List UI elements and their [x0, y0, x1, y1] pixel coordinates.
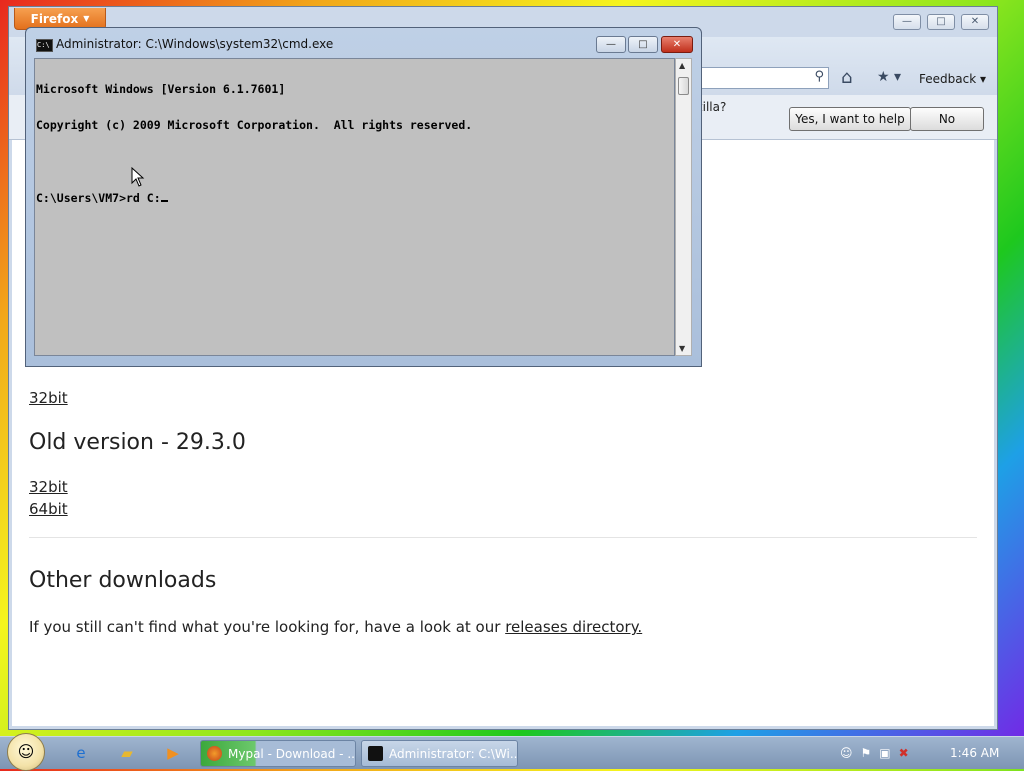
search-icon[interactable]: ⚲	[814, 69, 824, 84]
feedback-label: Feedback	[919, 72, 977, 86]
flag-icon[interactable]: ⚑	[861, 746, 872, 760]
other-downloads-text: If you still can't find what you're look…	[29, 618, 642, 636]
close-button[interactable]: ✕	[961, 14, 989, 30]
text-cursor	[160, 191, 168, 202]
scroll-down-arrow-icon[interactable]: ▼	[679, 344, 685, 353]
divider	[29, 537, 977, 538]
mouse-pointer-icon	[131, 167, 145, 187]
firefox-menu-label: Firefox	[30, 11, 79, 26]
cmd-icon: C:\	[36, 39, 53, 52]
no-button[interactable]: No	[910, 107, 984, 131]
internet-explorer-icon[interactable]: e	[70, 743, 92, 763]
mypal-icon	[207, 746, 222, 761]
console-prompt-line: C:\Users\VM7>rd C:	[36, 191, 674, 205]
taskbar: ☺ e ▰ ▶ Mypal - Download - ... Administr…	[0, 733, 1024, 771]
taskbar-task-cmd[interactable]: Administrator: C:\Wi...	[361, 740, 518, 767]
cmd-minimize-button[interactable]: —	[596, 36, 626, 53]
clock[interactable]: 1:46 AM	[950, 746, 999, 760]
cmd-title: Administrator: C:\Windows\system32\cmd.e…	[56, 37, 334, 51]
home-icon[interactable]: ⌂	[841, 67, 852, 88]
old-32bit-link[interactable]: 32bit	[29, 478, 68, 496]
other-downloads-heading: Other downloads	[29, 568, 217, 593]
feedback-button[interactable]: Feedback ▾	[919, 72, 986, 86]
volume-muted-icon[interactable]: ✖	[899, 746, 909, 760]
cmd-icon	[368, 746, 383, 761]
bookmark-star-icon[interactable]: ★ ▾	[877, 69, 901, 85]
network-icon[interactable]: ▣	[879, 746, 890, 760]
old-version-heading: Old version - 29.3.0	[29, 430, 246, 455]
console-line: Copyright (c) 2009 Microsoft Corporation…	[36, 118, 473, 132]
task-label: Administrator: C:\Wi...	[389, 746, 518, 761]
cmd-window: C:\ Administrator: C:\Windows\system32\c…	[25, 27, 702, 367]
yes-help-button[interactable]: Yes, I want to help	[789, 107, 911, 131]
scroll-up-arrow-icon[interactable]: ▲	[679, 61, 685, 70]
releases-directory-link[interactable]: releases directory.	[505, 618, 642, 636]
maximize-button[interactable]: □	[927, 14, 955, 30]
cmd-maximize-button[interactable]: □	[628, 36, 658, 53]
cmd-scrollbar[interactable]: ▲ ▼	[675, 58, 692, 356]
scroll-thumb[interactable]	[678, 77, 689, 95]
folder-icon[interactable]: ▰	[116, 743, 138, 763]
media-player-icon[interactable]: ▶	[162, 743, 184, 763]
cmd-close-button[interactable]: ✕	[661, 36, 693, 53]
console-line: Microsoft Windows [Version 6.1.7601]	[36, 82, 286, 96]
taskbar-task-mypal[interactable]: Mypal - Download - ...	[200, 740, 356, 767]
old-64bit-link[interactable]: 64bit	[29, 500, 68, 518]
console-line: C:\Users\VM7>rd C:	[36, 191, 161, 205]
task-label: Mypal - Download - ...	[228, 746, 356, 761]
system-tray: ☺ ⚑ ▣ ✖	[840, 737, 909, 769]
cmd-console[interactable]: Microsoft Windows [Version 6.1.7601] Cop…	[34, 58, 675, 356]
smiley-icon[interactable]: ☺	[840, 746, 853, 760]
windows-orb-icon[interactable]: ☺	[7, 733, 45, 771]
other-downloads-sentence: If you still can't find what you're look…	[29, 618, 501, 636]
minimize-button[interactable]: —	[893, 14, 921, 30]
download-32bit-link[interactable]: 32bit	[29, 389, 68, 407]
chevron-down-icon: ▼	[83, 14, 90, 23]
